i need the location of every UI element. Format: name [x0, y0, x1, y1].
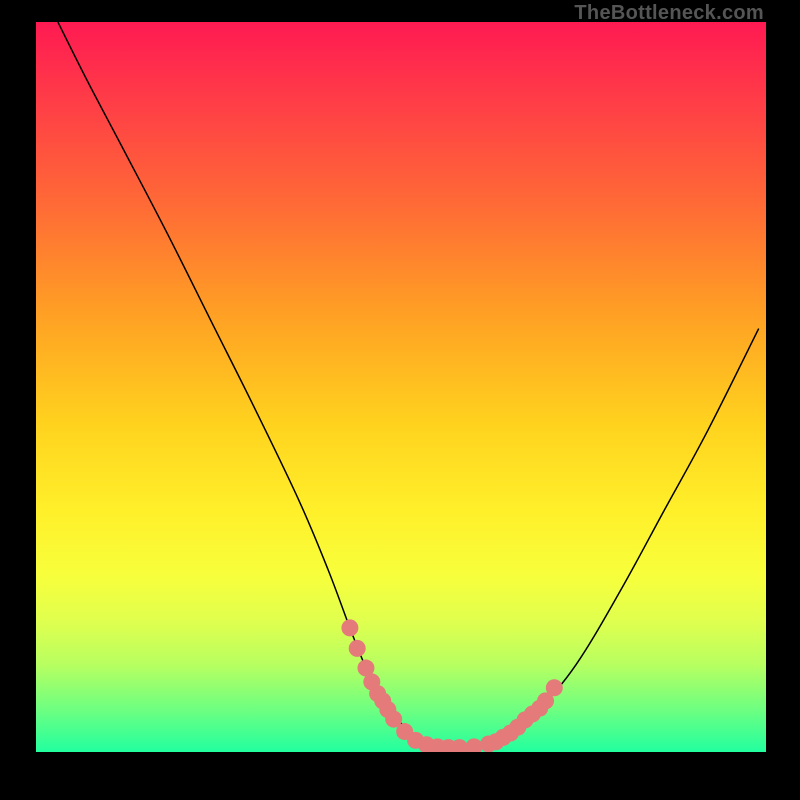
chart-container: TheBottleneck.com — [0, 0, 800, 800]
curve-marker — [546, 679, 563, 696]
plot-svg — [36, 22, 766, 752]
curve-marker — [341, 619, 358, 636]
bottleneck-curve — [58, 22, 759, 748]
curve-marker — [466, 738, 483, 752]
marker-layer — [341, 619, 562, 752]
curve-marker — [349, 640, 366, 657]
plot-area — [36, 22, 766, 752]
